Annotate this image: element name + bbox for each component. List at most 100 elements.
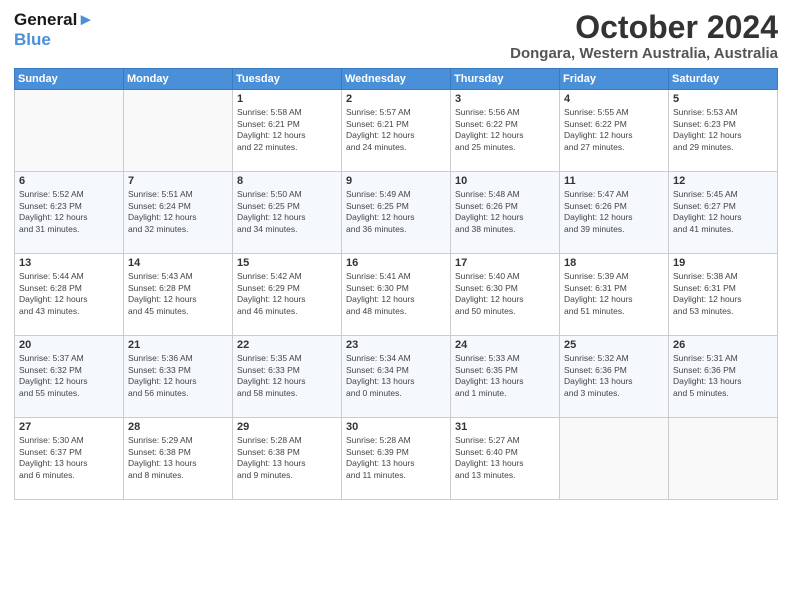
day-number: 15 [237,257,337,269]
subtitle: Dongara, Western Australia, Australia [510,45,778,62]
calendar-cell: 22 Sunrise: 5:35 AM Sunset: 6:33 PM Dayli… [233,336,342,418]
calendar-week-4: 20 Sunrise: 5:37 AM Sunset: 6:32 PM Dayli… [15,336,778,418]
calendar-cell: 29 Sunrise: 5:28 AM Sunset: 6:38 PM Dayli… [233,418,342,500]
day-info: Sunrise: 5:36 AM Sunset: 6:33 PM Dayligh… [128,353,228,399]
col-thursday: Thursday [451,69,560,90]
calendar-cell [124,90,233,172]
logo-line1: General► [14,10,94,30]
day-info: Sunrise: 5:48 AM Sunset: 6:26 PM Dayligh… [455,189,555,235]
day-info: Sunrise: 5:41 AM Sunset: 6:30 PM Dayligh… [346,271,446,317]
day-info: Sunrise: 5:38 AM Sunset: 6:31 PM Dayligh… [673,271,773,317]
calendar-cell: 2Sunrise: 5:57 AM Sunset: 6:21 PM Daylig… [342,90,451,172]
calendar-cell: 10 Sunrise: 5:48 AM Sunset: 6:26 PM Dayli… [451,172,560,254]
page: General► Blue October 2024 Dongara, West… [0,0,792,612]
day-info: Sunrise: 5:43 AM Sunset: 6:28 PM Dayligh… [128,271,228,317]
col-monday: Monday [124,69,233,90]
calendar-cell: 25 Sunrise: 5:32 AM Sunset: 6:36 PM Dayli… [560,336,669,418]
day-info: Sunrise: 5:30 AM Sunset: 6:37 PM Dayligh… [19,435,119,481]
main-title: October 2024 [510,10,778,45]
calendar-cell: 20 Sunrise: 5:37 AM Sunset: 6:32 PM Dayli… [15,336,124,418]
day-number: 31 [455,421,555,433]
calendar-cell: 1 Sunrise: 5:58 AM Sunset: 6:21 PM Daylig… [233,90,342,172]
day-number: 9 [346,175,446,187]
day-number: 20 [19,339,119,351]
calendar-cell: 18 Sunrise: 5:39 AM Sunset: 6:31 PM Dayli… [560,254,669,336]
col-friday: Friday [560,69,669,90]
day-number: 4 [564,93,664,105]
day-info: Sunrise: 5:58 AM Sunset: 6:21 PM Dayligh… [237,107,337,153]
day-number: 7 [128,175,228,187]
calendar-cell: 3Sunrise: 5:56 AM Sunset: 6:22 PM Daylig… [451,90,560,172]
day-info: Sunrise: 5:44 AM Sunset: 6:28 PM Dayligh… [19,271,119,317]
day-number: 19 [673,257,773,269]
day-info: Sunrise: 5:32 AM Sunset: 6:36 PM Dayligh… [564,353,664,399]
day-info: Sunrise: 5:50 AM Sunset: 6:25 PM Dayligh… [237,189,337,235]
calendar-cell: 24 Sunrise: 5:33 AM Sunset: 6:35 PM Dayli… [451,336,560,418]
calendar-cell: 5 Sunrise: 5:53 AM Sunset: 6:23 PM Daylig… [669,90,778,172]
calendar-cell: 16Sunrise: 5:41 AM Sunset: 6:30 PM Dayli… [342,254,451,336]
day-info: Sunrise: 5:28 AM Sunset: 6:38 PM Dayligh… [237,435,337,481]
col-wednesday: Wednesday [342,69,451,90]
day-info: Sunrise: 5:31 AM Sunset: 6:36 PM Dayligh… [673,353,773,399]
day-number: 1 [237,93,337,105]
day-number: 27 [19,421,119,433]
day-info: Sunrise: 5:35 AM Sunset: 6:33 PM Dayligh… [237,353,337,399]
day-info: Sunrise: 5:29 AM Sunset: 6:38 PM Dayligh… [128,435,228,481]
day-info: Sunrise: 5:45 AM Sunset: 6:27 PM Dayligh… [673,189,773,235]
calendar-cell: 15Sunrise: 5:42 AM Sunset: 6:29 PM Dayli… [233,254,342,336]
day-number: 13 [19,257,119,269]
day-number: 30 [346,421,446,433]
calendar-cell: 28 Sunrise: 5:29 AM Sunset: 6:38 PM Dayli… [124,418,233,500]
day-number: 18 [564,257,664,269]
calendar-cell: 14 Sunrise: 5:43 AM Sunset: 6:28 PM Dayli… [124,254,233,336]
calendar-cell: 23Sunrise: 5:34 AM Sunset: 6:34 PM Dayli… [342,336,451,418]
calendar-cell: 9 Sunrise: 5:49 AM Sunset: 6:25 PM Daylig… [342,172,451,254]
day-info: Sunrise: 5:37 AM Sunset: 6:32 PM Dayligh… [19,353,119,399]
calendar-week-2: 6Sunrise: 5:52 AM Sunset: 6:23 PM Daylig… [15,172,778,254]
day-number: 10 [455,175,555,187]
calendar-cell: 4Sunrise: 5:55 AM Sunset: 6:22 PM Daylig… [560,90,669,172]
calendar-week-1: 1 Sunrise: 5:58 AM Sunset: 6:21 PM Daylig… [15,90,778,172]
calendar-cell: 21 Sunrise: 5:36 AM Sunset: 6:33 PM Dayli… [124,336,233,418]
calendar-cell: 30 Sunrise: 5:28 AM Sunset: 6:39 PM Dayli… [342,418,451,500]
calendar: Sunday Monday Tuesday Wednesday Thursday… [14,68,778,500]
calendar-cell: 27 Sunrise: 5:30 AM Sunset: 6:37 PM Dayli… [15,418,124,500]
calendar-cell: 19 Sunrise: 5:38 AM Sunset: 6:31 PM Dayli… [669,254,778,336]
calendar-cell [15,90,124,172]
calendar-cell: 26 Sunrise: 5:31 AM Sunset: 6:36 PM Dayli… [669,336,778,418]
day-number: 24 [455,339,555,351]
day-info: Sunrise: 5:53 AM Sunset: 6:23 PM Dayligh… [673,107,773,153]
col-tuesday: Tuesday [233,69,342,90]
calendar-cell: 17 Sunrise: 5:40 AM Sunset: 6:30 PM Dayli… [451,254,560,336]
calendar-week-5: 27 Sunrise: 5:30 AM Sunset: 6:37 PM Dayli… [15,418,778,500]
calendar-cell [560,418,669,500]
day-number: 5 [673,93,773,105]
day-number: 17 [455,257,555,269]
day-number: 14 [128,257,228,269]
day-number: 29 [237,421,337,433]
day-number: 25 [564,339,664,351]
day-info: Sunrise: 5:34 AM Sunset: 6:34 PM Dayligh… [346,353,446,399]
day-number: 28 [128,421,228,433]
calendar-cell: 31 Sunrise: 5:27 AM Sunset: 6:40 PM Dayli… [451,418,560,500]
calendar-cell: 8 Sunrise: 5:50 AM Sunset: 6:25 PM Daylig… [233,172,342,254]
day-info: Sunrise: 5:28 AM Sunset: 6:39 PM Dayligh… [346,435,446,481]
day-info: Sunrise: 5:33 AM Sunset: 6:35 PM Dayligh… [455,353,555,399]
day-number: 22 [237,339,337,351]
day-number: 21 [128,339,228,351]
day-info: Sunrise: 5:27 AM Sunset: 6:40 PM Dayligh… [455,435,555,481]
title-block: October 2024 Dongara, Western Australia,… [510,10,778,62]
day-info: Sunrise: 5:40 AM Sunset: 6:30 PM Dayligh… [455,271,555,317]
day-number: 8 [237,175,337,187]
day-number: 26 [673,339,773,351]
calendar-cell: 12 Sunrise: 5:45 AM Sunset: 6:27 PM Dayli… [669,172,778,254]
header: General► Blue October 2024 Dongara, West… [14,10,778,62]
day-number: 3 [455,93,555,105]
col-saturday: Saturday [669,69,778,90]
logo-icon-shape: ► [77,10,94,29]
day-info: Sunrise: 5:39 AM Sunset: 6:31 PM Dayligh… [564,271,664,317]
day-number: 12 [673,175,773,187]
day-info: Sunrise: 5:49 AM Sunset: 6:25 PM Dayligh… [346,189,446,235]
calendar-cell: 7Sunrise: 5:51 AM Sunset: 6:24 PM Daylig… [124,172,233,254]
day-info: Sunrise: 5:57 AM Sunset: 6:21 PM Dayligh… [346,107,446,153]
